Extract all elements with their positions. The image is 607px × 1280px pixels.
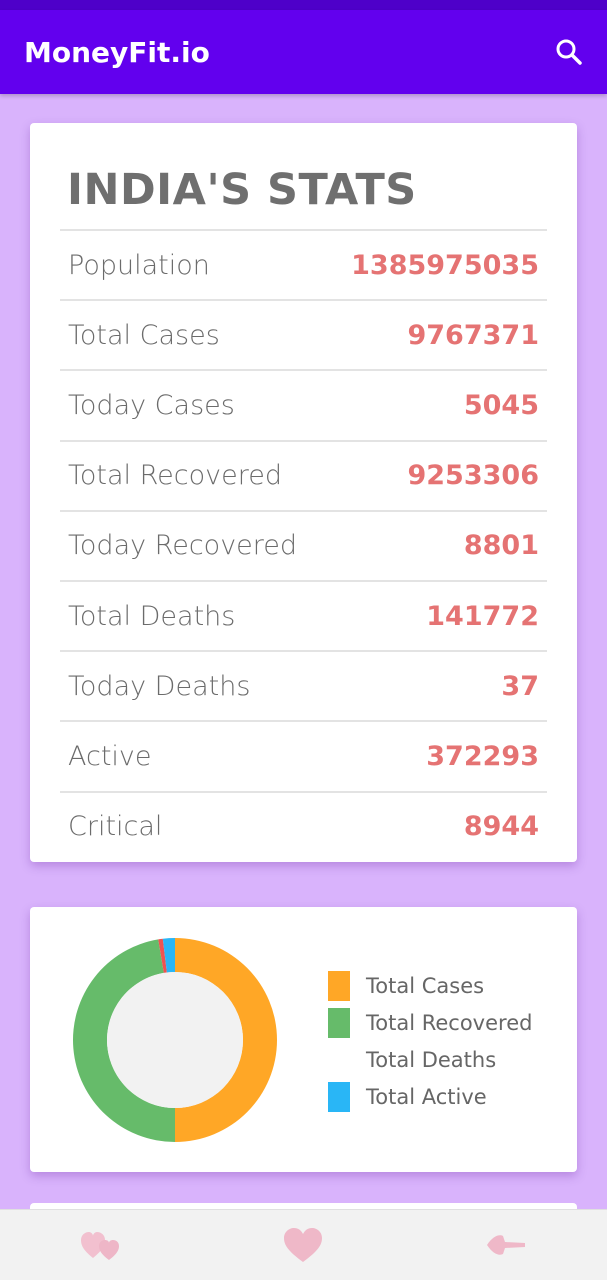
legend-item: Total Recovered [328, 1004, 532, 1041]
stat-value: 9253306 [407, 460, 539, 492]
legend-label: Total Cases [366, 973, 485, 998]
legend-swatch [328, 1081, 350, 1112]
donut-hole [107, 972, 243, 1108]
legend-swatch [328, 1045, 350, 1075]
stat-label: Critical [68, 811, 163, 843]
stat-value: 8944 [463, 811, 539, 843]
legend-label: Total Deaths [366, 1047, 497, 1072]
stat-label: Total Recovered [68, 460, 283, 492]
stat-row-today-deaths: Today Deaths 37 [60, 650, 547, 720]
legend-swatch [328, 1007, 350, 1038]
hearts-icon [81, 1232, 120, 1260]
stat-row-today-cases: Today Cases 5045 [60, 369, 547, 439]
stat-label: Today Recovered [68, 530, 298, 562]
status-bar [0, 0, 607, 10]
stat-row-total-recovered: Total Recovered 9253306 [60, 439, 547, 510]
nav-button-heart[interactable] [273, 1220, 333, 1270]
stat-value: 141772 [426, 600, 539, 632]
stat-value: 8801 [463, 530, 539, 562]
app-title: MoneyFit.io [24, 35, 210, 69]
stat-row-total-cases: Total Cases 9767371 [60, 299, 547, 369]
heart-icon [284, 1228, 323, 1262]
stat-label: Total Deaths [68, 600, 236, 632]
stats-title: INDIA'S STATS [67, 165, 417, 215]
stat-value: 5045 [463, 389, 539, 421]
stat-row-population: Population 1385975035 [60, 229, 547, 299]
chart-legend: Total Cases Total Recovered Total Deaths… [328, 967, 532, 1115]
legend-item: Total Deaths [328, 1041, 532, 1078]
stat-row-active: Active 372293 [60, 720, 547, 790]
stat-row-today-recovered: Today Recovered 8801 [60, 509, 547, 580]
bottom-nav [0, 1209, 607, 1280]
stat-value: 1385975035 [351, 249, 539, 281]
stats-list: Population 1385975035 Total Cases 976737… [60, 229, 547, 861]
legend-label: Total Active [366, 1084, 487, 1109]
app-bar: MoneyFit.io [0, 10, 607, 94]
stat-label: Today Cases [68, 389, 235, 421]
chart-card: Total Cases Total Recovered Total Deaths… [30, 907, 577, 1172]
back-arrow-icon [486, 1235, 525, 1255]
stat-label: Total Cases [68, 319, 220, 351]
search-icon [556, 39, 582, 65]
stat-label: Population [68, 249, 210, 281]
stats-card: INDIA'S STATS Population 1385975035 Tota… [30, 123, 577, 862]
legend-item: Total Active [328, 1078, 532, 1115]
donut-chart [73, 938, 277, 1142]
stat-row-critical: Critical 8944 [60, 790, 547, 861]
legend-label: Total Recovered [366, 1010, 533, 1035]
stat-value: 37 [501, 670, 539, 702]
search-button[interactable] [553, 36, 585, 68]
nav-button-back[interactable] [476, 1220, 536, 1270]
stat-label: Today Deaths [68, 670, 251, 702]
stat-label: Active [68, 740, 152, 772]
legend-item: Total Cases [328, 967, 532, 1004]
legend-swatch [328, 970, 350, 1001]
stat-value: 9767371 [407, 319, 539, 351]
nav-button-hearts[interactable] [71, 1220, 131, 1270]
stat-row-total-deaths: Total Deaths 141772 [60, 579, 547, 650]
stat-value: 372293 [426, 740, 539, 772]
